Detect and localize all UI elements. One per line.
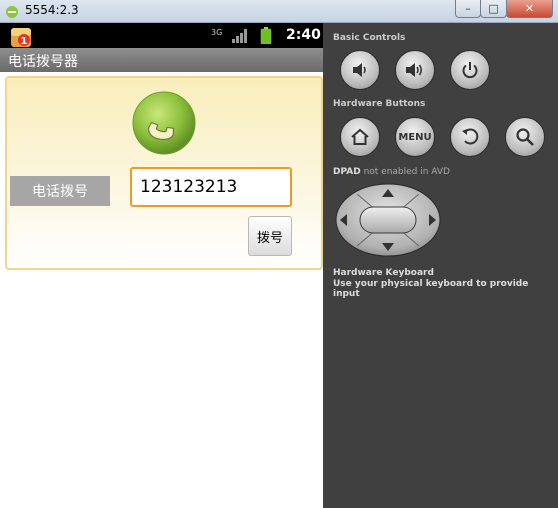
- dpad-status: not enabled in AVD: [363, 167, 450, 177]
- dpad-note: DPAD not enabled in AVD: [333, 167, 450, 177]
- android-icon: [6, 6, 18, 18]
- volume-up-button[interactable]: [395, 50, 435, 90]
- hardware-keyboard-note: Use your physical keyboard to provide in…: [333, 279, 529, 299]
- search-icon: [516, 128, 534, 146]
- phone-number-input[interactable]: [130, 167, 292, 207]
- volume-down-icon: [353, 63, 366, 77]
- app-title-bar: 电话拨号器: [0, 48, 323, 72]
- dial-label: 电话拨号: [10, 176, 110, 206]
- dialer-card: 电话拨号 拨号: [5, 76, 323, 270]
- hardware-buttons-title: Hardware Buttons: [333, 99, 426, 109]
- power-button[interactable]: [450, 50, 490, 90]
- notification-badge: 1: [21, 36, 28, 47]
- close-button[interactable]: ✕: [506, 0, 553, 18]
- power-icon: [462, 62, 478, 79]
- notification-icon: 1: [11, 28, 31, 47]
- signal-icon: [232, 29, 247, 43]
- basic-controls-title: Basic Controls: [333, 33, 406, 43]
- phone-call-icon[interactable]: [131, 90, 197, 156]
- volume-up-icon: [406, 63, 423, 77]
- menu-label: MENU: [398, 131, 432, 143]
- window-titlebar: 5554:2.3 – □ ✕: [0, 0, 558, 23]
- volume-down-button[interactable]: [340, 50, 380, 90]
- back-icon: [462, 128, 479, 145]
- app-title: 电话拨号器: [8, 54, 78, 70]
- menu-button[interactable]: MENU: [395, 117, 435, 157]
- status-clock: 2:40: [286, 27, 321, 43]
- search-button[interactable]: [505, 117, 545, 157]
- network-type: 3G: [211, 28, 223, 37]
- dpad[interactable]: [335, 183, 441, 257]
- maximize-button[interactable]: □: [480, 0, 507, 18]
- battery-icon: [260, 27, 272, 44]
- minimize-button[interactable]: –: [455, 0, 481, 18]
- hardware-keyboard-title: Hardware Keyboard: [333, 268, 434, 278]
- window-title: 5554:2.3: [25, 3, 79, 17]
- status-bar: 1 3G 2:40: [0, 23, 323, 48]
- dpad-title: DPAD: [333, 167, 361, 177]
- home-button[interactable]: [340, 117, 380, 157]
- emulator-controls-panel: Basic Controls Hardware Buttons MENU DPA…: [323, 23, 558, 508]
- dial-button[interactable]: 拨号: [248, 216, 292, 256]
- phone-screen: 1 3G 2:40 电话拨号器 电话拨号 123123213 拨号: [0, 23, 323, 508]
- back-button[interactable]: [450, 117, 490, 157]
- home-icon: [351, 128, 369, 145]
- dpad-center-button[interactable]: [359, 206, 417, 234]
